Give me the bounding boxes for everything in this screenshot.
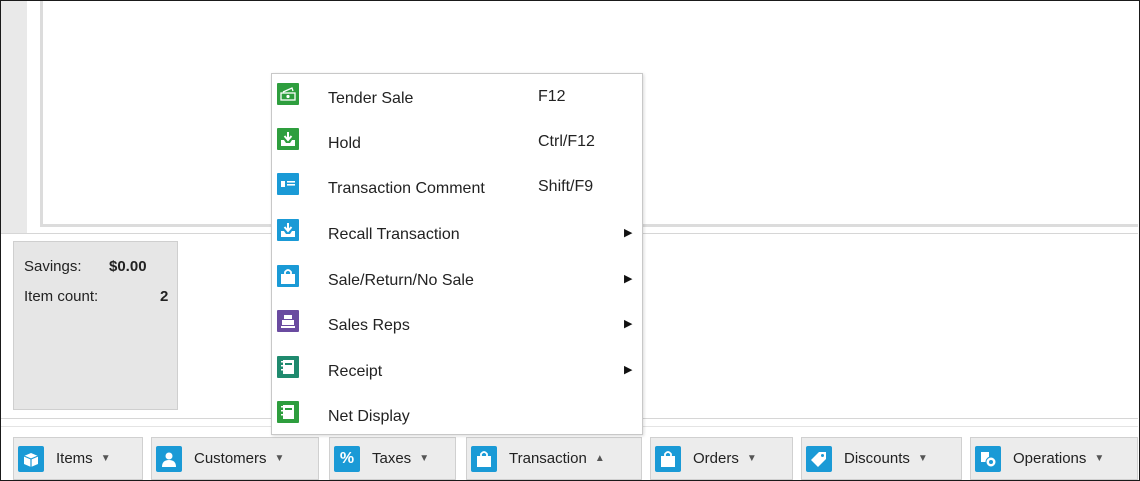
submenu-arrow-icon: ▶ [624,318,633,330]
transaction-menu-label: Transaction [509,450,587,467]
chevron-down-icon: ▼ [746,453,757,464]
menu-item-shortcut: Ctrl/F12 [538,133,595,150]
tender-sale-icon [277,83,299,105]
transaction-menu-button[interactable]: Transaction ▲ [466,437,642,480]
chevron-up-icon: ▲ [594,453,605,464]
register-icon [277,310,299,332]
operations-menu-button[interactable]: Operations ▼ [970,437,1138,480]
submenu-arrow-icon: ▶ [624,273,633,285]
menu-item-net-display[interactable]: Net Display [272,394,642,440]
savings-value: $0.00 [109,258,147,275]
discounts-menu-button[interactable]: Discounts ▼ [801,437,962,480]
taxes-menu-label: Taxes [372,450,412,467]
comment-card-icon [277,173,299,195]
menu-item-label: Hold [328,135,361,152]
recall-icon [277,219,299,241]
menu-item-tender-sale[interactable]: Tender Sale F12 [272,76,642,122]
menu-item-sales-reps[interactable]: Sales Reps ▶ [272,303,642,349]
menu-item-label: Sales Reps [328,317,410,334]
order-bag-icon [655,445,681,472]
shopping-bag-icon [277,265,299,287]
menu-item-label: Transaction Comment [328,180,485,197]
customers-menu-label: Customers [194,450,267,467]
orders-menu-label: Orders [693,450,739,467]
menu-item-label: Recall Transaction [328,226,460,243]
submenu-arrow-icon: ▶ [624,364,633,376]
percent-icon: % [334,445,360,472]
menu-item-shortcut: F12 [538,88,566,105]
chevron-down-icon: ▼ [419,453,430,464]
chevron-down-icon: ▼ [917,453,928,464]
menu-item-label: Net Display [328,408,410,425]
savings-label: Savings: [24,258,82,275]
transaction-menu-popup: Tender Sale F12 Hold Ctrl/F12 Transactio… [271,73,643,435]
items-menu-label: Items [56,450,93,467]
shopping-bag-icon [471,445,497,472]
hold-icon [277,128,299,150]
net-display-icon [277,401,299,423]
item-count-label: Item count: [24,288,99,305]
operations-icon [975,445,1001,472]
submenu-arrow-icon: ▶ [624,227,633,239]
menu-item-shortcut: Shift/F9 [538,178,594,195]
menu-item-label: Sale/Return/No Sale [328,272,474,289]
item-count-value: 2 [160,288,169,305]
chevron-down-icon: ▼ [1094,453,1105,464]
cart-border [40,1,43,227]
discounts-menu-label: Discounts [844,450,910,467]
menu-item-receipt[interactable]: Receipt ▶ [272,349,642,395]
taxes-menu-button[interactable]: % Taxes ▼ [329,437,456,480]
orders-menu-button[interactable]: Orders ▼ [650,437,793,480]
tag-icon [806,445,832,472]
menu-item-label: Receipt [328,363,383,380]
transaction-summary-panel: Savings: $0.00 Item count: 2 [13,241,178,410]
person-icon [156,445,182,472]
item-count-row: Item count: 2 [24,288,169,305]
operations-menu-label: Operations [1013,450,1087,467]
menu-item-recall-transaction[interactable]: Recall Transaction ▶ [272,212,642,258]
savings-row: Savings: $0.00 [24,258,169,275]
chevron-down-icon: ▼ [274,453,285,464]
receipt-icon [277,356,299,378]
box-icon [18,445,44,472]
menu-item-sale-return-no-sale[interactable]: Sale/Return/No Sale ▶ [272,258,642,304]
customers-menu-button[interactable]: Customers ▼ [151,437,319,480]
menu-item-transaction-comment[interactable]: Transaction Comment Shift/F9 [272,166,642,212]
menu-item-label: Tender Sale [328,90,414,107]
chevron-down-icon: ▼ [100,453,111,464]
items-menu-button[interactable]: Items ▼ [13,437,143,480]
menu-item-hold[interactable]: Hold Ctrl/F12 [272,121,642,167]
left-gutter [1,1,27,233]
